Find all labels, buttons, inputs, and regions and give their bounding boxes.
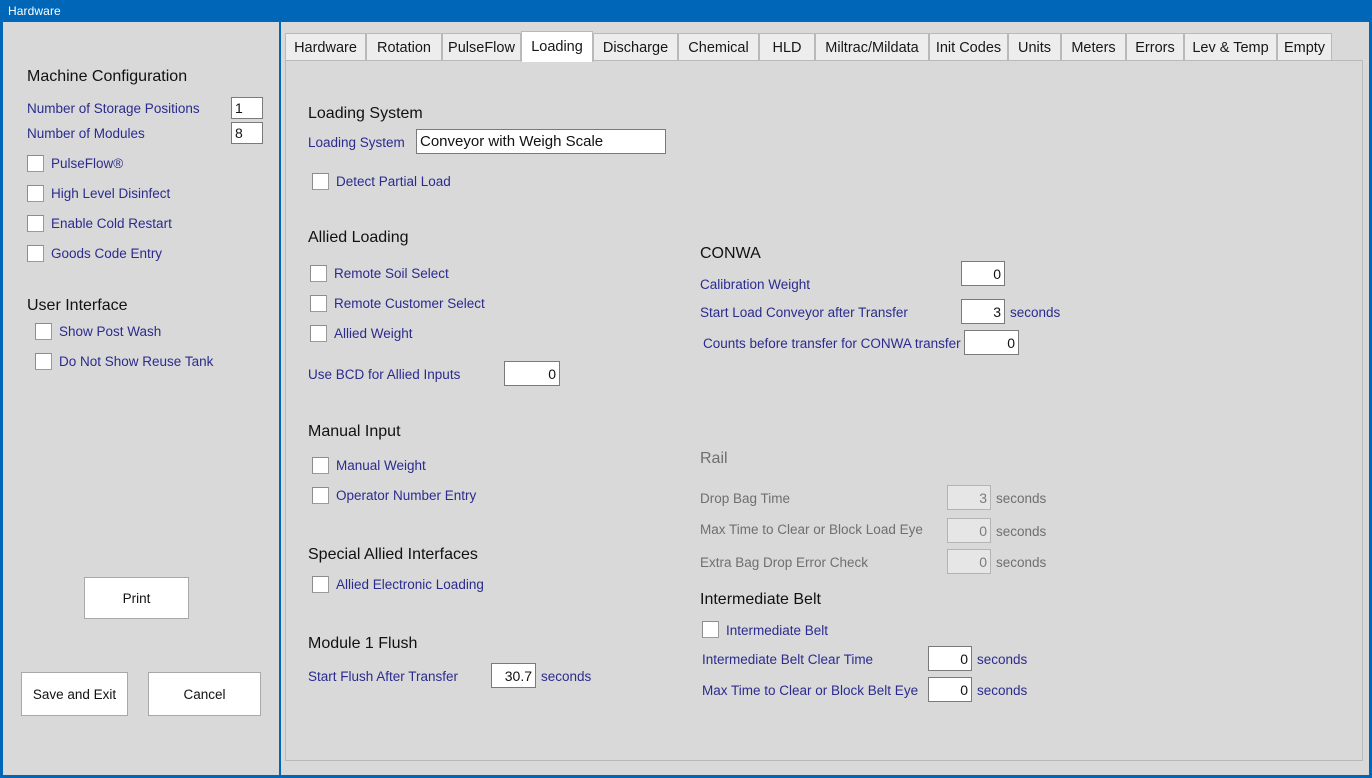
- unit-start-flush-after-transfer: seconds: [541, 669, 592, 684]
- unit-max-time-to-clear-or-block-load-eye: seconds: [996, 524, 1047, 539]
- tab-miltrac-mildata[interactable]: Miltrac/Mildata: [815, 33, 929, 61]
- user-interface-heading: User Interface: [27, 297, 128, 314]
- label-pulseflow: PulseFlow®: [51, 156, 124, 171]
- unit-intermediate-belt-clear-time: seconds: [977, 652, 1028, 667]
- checkbox-show-post-wash[interactable]: [35, 323, 52, 340]
- tab-chemical[interactable]: Chemical: [678, 33, 759, 61]
- checkbox-operator-number-entry[interactable]: [312, 487, 329, 504]
- label-counts-before-transfer-for-conwa-transfer: Counts before transfer for CONWA transfe…: [703, 336, 961, 351]
- loading-system-select[interactable]: Conveyor with Weigh Scale: [416, 129, 666, 154]
- label-intermediate-belt-clear-time: Intermediate Belt Clear Time: [702, 652, 874, 667]
- allied-loading-heading: Allied Loading: [308, 229, 409, 246]
- checkbox-intermediate-belt[interactable]: [702, 621, 719, 638]
- tab-hardware[interactable]: Hardware: [285, 33, 366, 61]
- label-operator-number-entry: Operator Number Entry: [336, 488, 477, 503]
- label-remote-soil-select: Remote Soil Select: [334, 266, 449, 281]
- label-number-of-storage-positions: Number of Storage Positions: [27, 101, 200, 116]
- tab-init-codes[interactable]: Init Codes: [929, 33, 1008, 61]
- tab-meters[interactable]: Meters: [1061, 33, 1126, 61]
- label-max-time-to-clear-or-block-load-eye: Max Time to Clear or Block Load Eye: [700, 522, 923, 537]
- tab-strip: Hardware Rotation PulseFlow Loading Disc…: [285, 31, 1365, 62]
- machine-configuration-heading: Machine Configuration: [27, 68, 188, 85]
- label-extra-bag-drop-error-check: Extra Bag Drop Error Check: [700, 555, 869, 570]
- module-1-flush-heading: Module 1 Flush: [308, 635, 418, 652]
- checkbox-high-level-disinfect[interactable]: [27, 185, 44, 202]
- label-remote-customer-select: Remote Customer Select: [334, 296, 485, 311]
- label-loading-system: Loading System: [308, 135, 405, 150]
- label-detect-partial-load: Detect Partial Load: [336, 174, 451, 189]
- checkbox-remote-customer-select[interactable]: [310, 295, 327, 312]
- label-use-bcd-for-allied-inputs: Use BCD for Allied Inputs: [308, 367, 461, 382]
- manual-input-heading: Manual Input: [308, 423, 401, 440]
- unit-extra-bag-drop-error-check: seconds: [996, 555, 1047, 570]
- calibration-weight-input[interactable]: 0: [961, 261, 1005, 286]
- label-allied-electronic-loading: Allied Electronic Loading: [336, 577, 484, 592]
- label-calibration-weight: Calibration Weight: [700, 277, 811, 292]
- label-max-time-to-clear-or-block-belt-eye: Max Time to Clear or Block Belt Eye: [702, 683, 919, 698]
- checkbox-manual-weight[interactable]: [312, 457, 329, 474]
- tab-loading[interactable]: Loading: [521, 31, 593, 62]
- checkbox-remote-soil-select[interactable]: [310, 265, 327, 282]
- checkbox-detect-partial-load[interactable]: [312, 173, 329, 190]
- label-intermediate-belt: Intermediate Belt: [726, 623, 829, 638]
- window-client-area: Machine Configuration Number of Storage …: [3, 22, 1369, 775]
- title-bar: Hardware: [0, 0, 1372, 22]
- tab-empty[interactable]: Empty: [1277, 33, 1332, 61]
- tab-units[interactable]: Units: [1008, 33, 1061, 61]
- loading-tab-panel: Loading System Loading System Conveyor w…: [285, 60, 1363, 761]
- print-button[interactable]: Print: [84, 577, 189, 619]
- sidebar: Machine Configuration Number of Storage …: [3, 22, 279, 775]
- intermediate-belt-clear-time-input[interactable]: 0: [928, 646, 972, 671]
- number-of-modules-input[interactable]: 8: [231, 122, 263, 144]
- label-manual-weight: Manual Weight: [336, 458, 426, 473]
- start-load-conveyor-after-transfer-input[interactable]: 3: [961, 299, 1005, 324]
- sidebar-divider: [279, 22, 281, 775]
- unit-start-load-conveyor-after-transfer: seconds: [1010, 305, 1061, 320]
- max-time-to-clear-or-block-load-eye-input[interactable]: 0: [947, 518, 991, 543]
- special-allied-interfaces-heading: Special Allied Interfaces: [308, 546, 478, 563]
- unit-drop-bag-time: seconds: [996, 491, 1047, 506]
- use-bcd-for-allied-inputs-input[interactable]: 0: [504, 361, 560, 386]
- label-number-of-modules: Number of Modules: [27, 126, 145, 141]
- label-show-post-wash: Show Post Wash: [59, 324, 162, 339]
- tab-discharge[interactable]: Discharge: [593, 33, 678, 61]
- label-do-not-show-reuse-tank: Do Not Show Reuse Tank: [59, 354, 214, 369]
- drop-bag-time-input[interactable]: 3: [947, 485, 991, 510]
- tab-hld[interactable]: HLD: [759, 33, 815, 61]
- conwa-heading: CONWA: [700, 245, 761, 262]
- checkbox-goods-code-entry[interactable]: [27, 245, 44, 262]
- unit-max-time-to-clear-or-block-belt-eye: seconds: [977, 683, 1028, 698]
- intermediate-belt-heading: Intermediate Belt: [700, 591, 821, 608]
- max-time-to-clear-or-block-belt-eye-input[interactable]: 0: [928, 677, 972, 702]
- label-start-flush-after-transfer: Start Flush After Transfer: [308, 669, 459, 684]
- tab-pulseflow[interactable]: PulseFlow: [442, 33, 521, 61]
- checkbox-do-not-show-reuse-tank[interactable]: [35, 353, 52, 370]
- tab-errors[interactable]: Errors: [1126, 33, 1184, 61]
- label-high-level-disinfect: High Level Disinfect: [51, 186, 171, 201]
- tab-rotation[interactable]: Rotation: [366, 33, 442, 61]
- application-window: Hardware Machine Configuration Number of…: [0, 0, 1372, 778]
- loading-system-heading: Loading System: [308, 105, 423, 122]
- label-start-load-conveyor-after-transfer: Start Load Conveyor after Transfer: [700, 305, 908, 320]
- label-goods-code-entry: Goods Code Entry: [51, 246, 163, 261]
- counts-before-transfer-for-conwa-transfer-input[interactable]: 0: [964, 330, 1019, 355]
- tab-lev-and-temp[interactable]: Lev & Temp: [1184, 33, 1277, 61]
- cancel-button[interactable]: Cancel: [148, 672, 261, 716]
- checkbox-allied-electronic-loading[interactable]: [312, 576, 329, 593]
- label-drop-bag-time: Drop Bag Time: [700, 491, 791, 506]
- checkbox-allied-weight[interactable]: [310, 325, 327, 342]
- rail-heading: Rail: [700, 450, 728, 467]
- label-enable-cold-restart: Enable Cold Restart: [51, 216, 172, 231]
- save-and-exit-button[interactable]: Save and Exit: [21, 672, 128, 716]
- checkbox-pulseflow[interactable]: [27, 155, 44, 172]
- extra-bag-drop-error-check-input[interactable]: 0: [947, 549, 991, 574]
- start-flush-after-transfer-input[interactable]: 30.7: [491, 663, 536, 688]
- checkbox-enable-cold-restart[interactable]: [27, 215, 44, 232]
- label-allied-weight: Allied Weight: [334, 326, 413, 341]
- window-title: Hardware: [8, 4, 61, 18]
- number-of-storage-positions-input[interactable]: 1: [231, 97, 263, 119]
